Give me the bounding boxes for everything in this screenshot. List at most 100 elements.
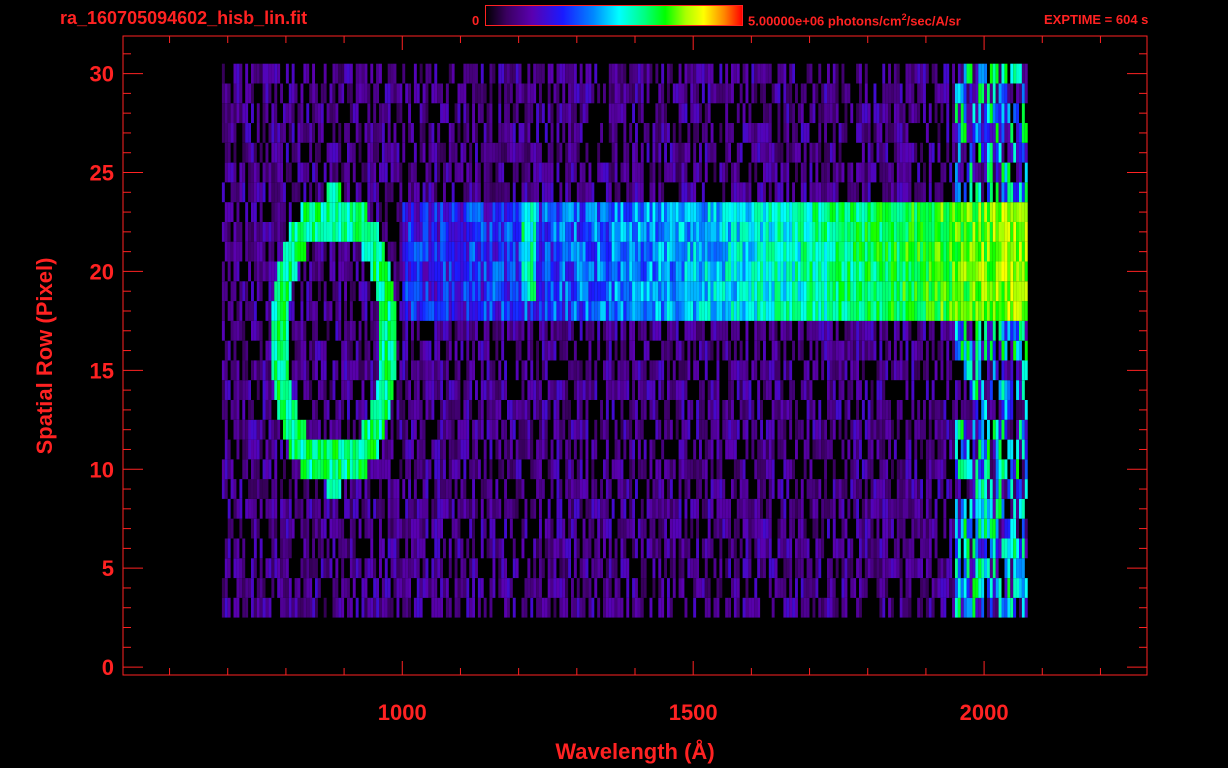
heatmap-cell	[963, 182, 967, 203]
heatmap-cell	[361, 261, 365, 282]
heatmap-cell	[335, 498, 339, 519]
heatmap-cell	[955, 320, 958, 341]
heatmap-cell	[777, 182, 781, 203]
heatmap-cell	[757, 340, 761, 361]
heatmap-cell	[486, 182, 490, 203]
heatmap-cell	[309, 498, 313, 519]
heatmap-cell	[576, 222, 580, 242]
heatmap-cell	[422, 202, 426, 222]
heatmap-cell	[908, 261, 912, 282]
heatmap-cell	[559, 439, 563, 460]
heatmap-cell	[1001, 142, 1005, 163]
heatmap-cell	[614, 281, 618, 302]
heatmap-cell	[824, 241, 828, 262]
heatmap-cell	[856, 597, 860, 618]
heatmap-cell	[704, 301, 708, 321]
heatmap-cell	[879, 202, 883, 222]
heatmap-cell	[387, 261, 391, 282]
heatmap-cell	[632, 162, 636, 183]
heatmap-cell	[573, 439, 577, 460]
heatmap-cell	[760, 222, 764, 242]
heatmap-cell	[274, 538, 278, 559]
heatmap-cell	[489, 400, 493, 420]
heatmap-cell	[635, 222, 638, 242]
heatmap-cell	[588, 380, 592, 400]
heatmap-cell	[850, 360, 854, 381]
heatmap-cell	[713, 380, 717, 400]
heatmap-cell	[280, 281, 284, 302]
heatmap-cell	[285, 400, 289, 420]
heatmap-cell	[885, 459, 889, 480]
heatmap-cell	[943, 558, 947, 579]
heatmap-cell	[684, 281, 688, 302]
heatmap-cell	[989, 578, 993, 598]
heatmap-cell	[669, 419, 673, 440]
heatmap-cell	[765, 281, 769, 302]
heatmap-cell	[381, 360, 385, 381]
heatmap-cell	[658, 459, 662, 480]
heatmap-cell	[972, 558, 976, 579]
heatmap-cell	[457, 162, 461, 183]
heatmap-cell	[518, 261, 522, 282]
heatmap-cell	[879, 142, 883, 163]
heatmap-cell	[960, 222, 964, 242]
heatmap-cell	[347, 182, 350, 203]
heatmap-cell	[390, 340, 394, 361]
heatmap-cell	[1001, 498, 1005, 519]
heatmap-cell	[221, 479, 225, 499]
heatmap-cell	[637, 360, 641, 381]
heatmap-cell	[294, 241, 298, 262]
heatmap-cell	[571, 142, 574, 163]
heatmap-cell	[981, 241, 985, 262]
heatmap-cell	[856, 380, 860, 400]
heatmap-cell	[579, 301, 583, 321]
heatmap-cell	[419, 222, 423, 242]
heatmap-cell	[844, 597, 848, 618]
heatmap-cell	[550, 578, 554, 598]
heatmap-cell	[303, 459, 307, 480]
heatmap-cell	[684, 360, 688, 381]
heatmap-cell	[885, 360, 889, 381]
heatmap-cell	[306, 578, 310, 598]
heatmap-cell	[792, 301, 796, 321]
heatmap-cell	[821, 439, 825, 460]
heatmap-cell	[742, 380, 746, 400]
heatmap-cell	[745, 241, 749, 262]
heatmap-cell	[757, 380, 761, 400]
heatmap-cell	[355, 479, 359, 499]
heatmap-cell	[376, 281, 380, 302]
heatmap-cell	[1024, 320, 1028, 341]
heatmap-cell	[364, 202, 368, 222]
heatmap-cell	[620, 419, 624, 440]
heatmap-cell	[533, 162, 537, 183]
heatmap-cell	[864, 202, 868, 222]
heatmap-cell	[809, 498, 813, 519]
heatmap-cell	[795, 202, 798, 222]
heatmap-cell	[713, 222, 717, 242]
heatmap-cell	[568, 281, 572, 302]
heatmap-cell	[882, 498, 886, 519]
heatmap-cell	[620, 202, 624, 222]
heatmap-cell	[536, 459, 540, 480]
heatmap-cell	[800, 301, 804, 321]
heatmap-cell	[396, 597, 400, 618]
heatmap-cell	[472, 538, 476, 559]
heatmap-cell	[349, 301, 353, 321]
heatmap-cell	[699, 479, 702, 499]
heatmap-cell	[521, 301, 525, 321]
heatmap-cell	[870, 241, 874, 262]
heatmap-cell	[716, 301, 720, 321]
heatmap-cell	[300, 419, 304, 440]
heatmap-cell	[544, 281, 548, 302]
heatmap-cell	[472, 419, 476, 440]
heatmap-cell	[408, 301, 412, 321]
heatmap-cell	[434, 479, 438, 499]
heatmap-cell	[265, 558, 269, 579]
heatmap-cell	[981, 222, 985, 242]
heatmap-cell	[1007, 597, 1011, 618]
heatmap-cell	[280, 222, 284, 242]
heatmap-cell	[268, 498, 272, 519]
heatmap-cell	[367, 518, 371, 539]
heatmap-cell	[888, 222, 892, 242]
heatmap-cell	[850, 558, 854, 579]
